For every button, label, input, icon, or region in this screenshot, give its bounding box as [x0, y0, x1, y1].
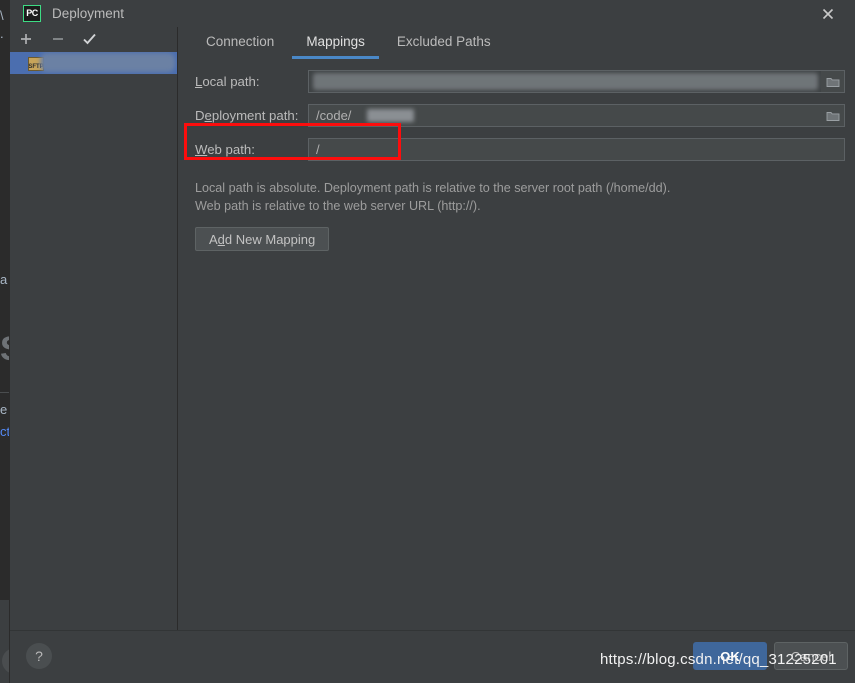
hint-line-2: Web path is relative to the web server U… — [195, 199, 481, 213]
redacted-server-name — [40, 53, 175, 72]
deployment-path-value: /code/ — [316, 108, 352, 123]
dialog-titlebar: PC Deployment — [10, 0, 855, 27]
close-icon[interactable] — [819, 5, 837, 23]
tab-excluded-paths[interactable]: Excluded Paths — [383, 27, 505, 58]
deployment-path-row: Deployment path: /code/ — [195, 102, 855, 129]
set-default-server-icon[interactable] — [81, 30, 98, 47]
mappings-hint: Local path is absolute. Deployment path … — [179, 170, 855, 215]
local-path-input[interactable] — [308, 70, 845, 93]
redacted-local-path — [313, 73, 818, 90]
watermark-text: https://blog.csdn.net/qq_31225201 — [600, 651, 837, 668]
server-list[interactable]: SFTP — [10, 50, 177, 74]
deployment-path-label: Deployment path: — [195, 108, 299, 123]
server-toolbar — [10, 27, 177, 50]
local-path-row: Local path: — [195, 68, 855, 95]
web-path-row: Web path: / — [195, 136, 855, 163]
pycharm-app-icon: PC — [23, 5, 41, 22]
deployment-dialog: PC Deployment SFTP Connection Mappings E… — [9, 0, 855, 683]
help-button[interactable]: ? — [26, 643, 52, 669]
folder-icon[interactable] — [821, 105, 844, 126]
hint-line-1: Local path is absolute. Deployment path … — [195, 181, 671, 195]
web-path-label: Web path: — [195, 142, 255, 157]
list-item[interactable]: SFTP — [10, 52, 177, 74]
add-server-icon[interactable] — [17, 30, 34, 47]
web-path-input[interactable]: / — [308, 138, 845, 161]
add-new-mapping-button[interactable]: Add New Mapping — [195, 227, 330, 251]
web-path-value: / — [316, 142, 320, 157]
tab-bar: Connection Mappings Excluded Paths — [179, 27, 855, 60]
local-path-label: Local path: — [195, 74, 260, 89]
deployment-path-input[interactable]: /code/ — [308, 104, 845, 127]
tab-connection[interactable]: Connection — [192, 27, 288, 58]
redacted-deployment-path — [367, 109, 414, 122]
dialog-content: Connection Mappings Excluded Paths Local… — [179, 27, 855, 630]
mappings-form: Local path: Deployment path: /code/ Web … — [179, 60, 855, 163]
server-list-panel: SFTP — [10, 27, 178, 630]
remove-server-icon[interactable] — [49, 30, 66, 47]
dialog-title: Deployment — [52, 6, 125, 21]
folder-icon[interactable] — [821, 71, 844, 92]
tab-mappings[interactable]: Mappings — [292, 27, 379, 59]
